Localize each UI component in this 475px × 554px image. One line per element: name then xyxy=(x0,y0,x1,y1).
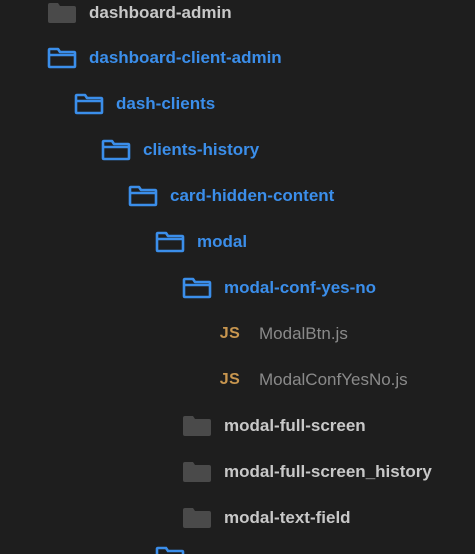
partial-folder-icon xyxy=(155,546,185,554)
tree-item-modalconfyesno-js[interactable]: JS ModalConfYesNo.js xyxy=(0,357,475,403)
folder-open-icon xyxy=(128,184,158,208)
folder-label: modal-text-field xyxy=(224,508,351,527)
tree-item-modal-conf-yes-no[interactable]: modal-conf-yes-no xyxy=(0,265,475,311)
folder-label: modal-full-screen_history xyxy=(224,462,432,481)
folder-label: dashboard-admin xyxy=(89,3,232,22)
folder-label: dash-clients xyxy=(116,94,216,113)
tree-item-card-hidden-content[interactable]: card-hidden-content xyxy=(0,173,475,219)
tree-item-clients-history[interactable]: clients-history xyxy=(0,127,475,173)
folder-label: modal-conf-yes-no xyxy=(224,278,377,297)
tree-item-modal-full-screen-history[interactable]: modal-full-screen_history xyxy=(0,449,475,495)
folder-open-icon xyxy=(182,276,212,300)
folder-label: card-hidden-content xyxy=(170,186,335,205)
tree-item-modalbtn-js[interactable]: JS ModalBtn.js xyxy=(0,311,475,357)
file-explorer-tree: dashboard-admin dashboard-client-admin d… xyxy=(0,0,475,554)
tree-item-modal-full-screen[interactable]: modal-full-screen xyxy=(0,403,475,449)
tree-item-dashboard-admin[interactable]: dashboard-admin xyxy=(0,0,475,36)
folder-label: clients-history xyxy=(143,140,260,159)
tree-item-modal-text-field[interactable]: modal-text-field xyxy=(0,495,475,541)
folder-label: modal xyxy=(197,232,248,251)
folder-label: dashboard-client-admin xyxy=(89,48,282,67)
folder-closed-icon xyxy=(47,1,77,25)
folder-closed-icon xyxy=(182,506,212,530)
folder-closed-icon xyxy=(182,414,212,438)
tree-item-dashboard-client-admin[interactable]: dashboard-client-admin xyxy=(0,35,475,81)
folder-open-icon xyxy=(74,92,104,116)
folder-open-icon xyxy=(155,230,185,254)
tree-item-modal[interactable]: modal xyxy=(0,219,475,265)
file-label: ModalBtn.js xyxy=(259,324,348,343)
folder-open-icon xyxy=(47,46,77,70)
folder-label: modal-full-screen xyxy=(224,416,366,435)
folder-closed-icon xyxy=(182,460,212,484)
js-file-icon: JS xyxy=(219,371,241,388)
folder-open-icon xyxy=(101,138,131,162)
js-file-icon: JS xyxy=(219,325,241,342)
tree-item-dash-clients[interactable]: dash-clients xyxy=(0,81,475,127)
file-label: ModalConfYesNo.js xyxy=(259,370,408,389)
